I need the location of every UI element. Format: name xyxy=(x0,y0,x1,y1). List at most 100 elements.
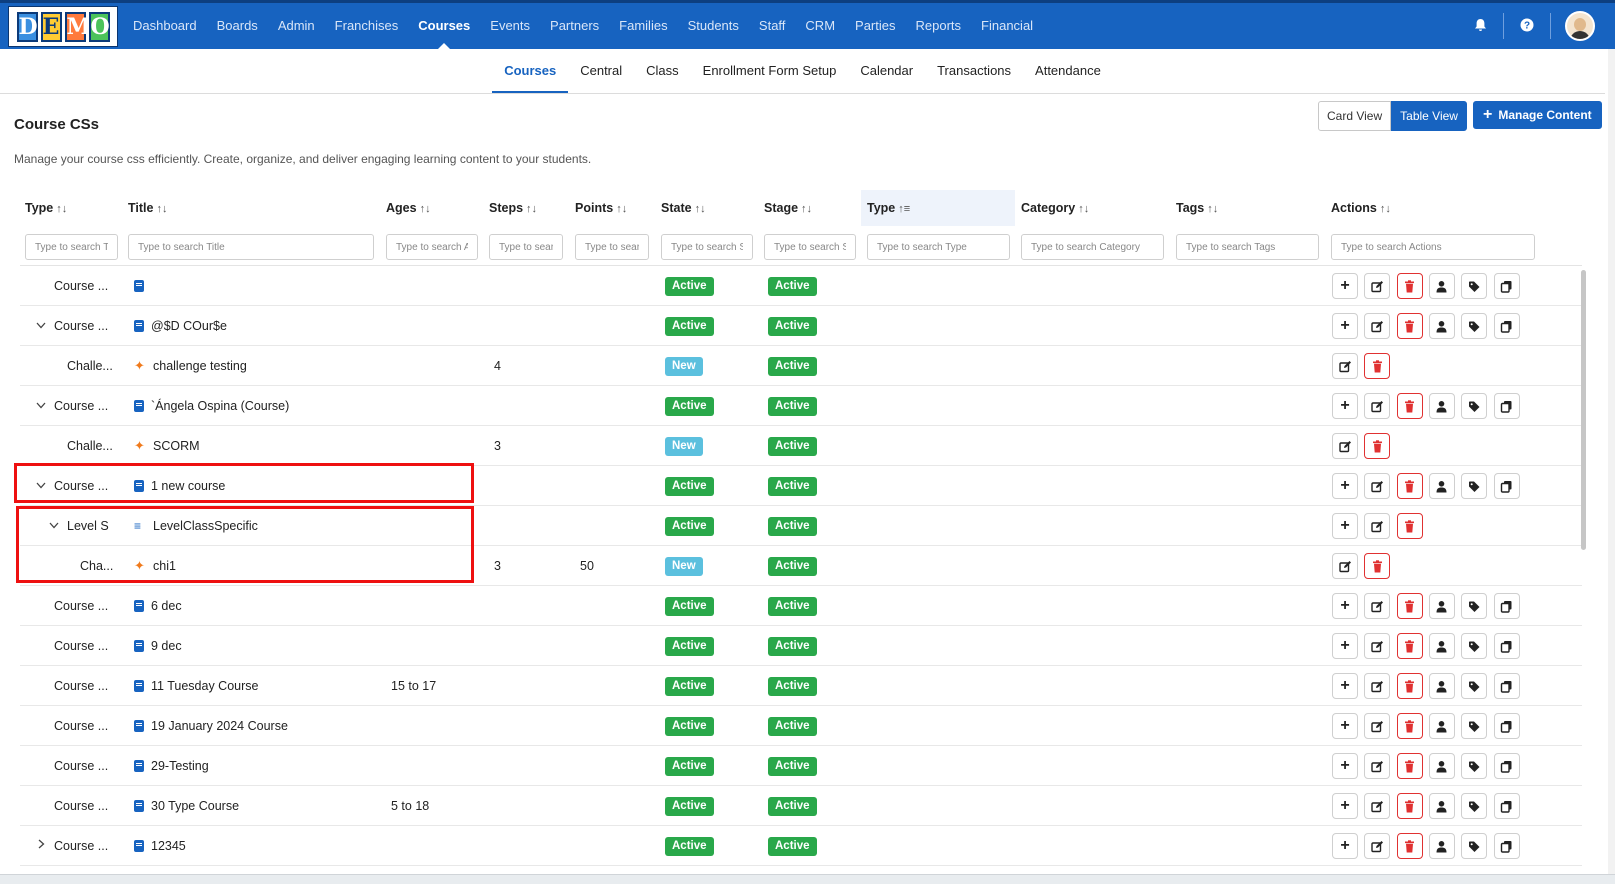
add-button[interactable]: + xyxy=(1332,713,1358,739)
chevron-down-icon[interactable] xyxy=(48,506,60,546)
assign-user-button[interactable] xyxy=(1428,393,1455,419)
title-cell[interactable]: 29-Testing xyxy=(134,746,374,786)
sort-icon[interactable]: ↑↓ xyxy=(156,203,167,215)
search-input-category[interactable] xyxy=(1021,234,1164,260)
edit-button[interactable] xyxy=(1364,713,1391,739)
delete-button[interactable] xyxy=(1396,273,1423,299)
title-cell[interactable]: ≡ LevelClassSpecific xyxy=(134,506,374,546)
delete-button[interactable] xyxy=(1396,633,1423,659)
delete-button[interactable] xyxy=(1396,673,1423,699)
table-row[interactable]: Course ... 9 dec Active Active + xyxy=(20,626,1582,666)
page-scrollbar[interactable] xyxy=(1608,49,1615,884)
delete-button[interactable] xyxy=(1364,433,1391,459)
delete-button[interactable] xyxy=(1396,593,1423,619)
table-row[interactable]: Level S ≡ LevelClassSpecific Active Active + xyxy=(20,506,1582,546)
table-row[interactable]: Challe... ✦ SCORM 3 New Active xyxy=(20,426,1582,466)
assign-user-button[interactable] xyxy=(1428,593,1455,619)
add-button[interactable]: + xyxy=(1332,833,1358,859)
nav-item-staff[interactable]: Staff xyxy=(759,3,786,49)
search-input-actions[interactable] xyxy=(1331,234,1535,260)
edit-button[interactable] xyxy=(1332,553,1358,579)
search-input-points[interactable] xyxy=(575,234,649,260)
title-cell[interactable]: `Ángela Ospina (Course) xyxy=(134,386,374,426)
nav-item-families[interactable]: Families xyxy=(619,3,667,49)
delete-button[interactable] xyxy=(1396,833,1423,859)
sort-icon[interactable]: ↑↓ xyxy=(801,203,812,215)
copy-button[interactable] xyxy=(1493,673,1520,699)
copy-button[interactable] xyxy=(1493,793,1520,819)
search-input-tags[interactable] xyxy=(1176,234,1319,260)
edit-button[interactable] xyxy=(1332,353,1358,379)
assign-user-button[interactable] xyxy=(1428,273,1455,299)
copy-button[interactable] xyxy=(1493,593,1520,619)
tab-transactions[interactable]: Transactions xyxy=(925,49,1023,93)
title-cell[interactable]: ✦ challenge testing xyxy=(134,346,374,386)
tag-button[interactable] xyxy=(1461,753,1488,779)
delete-button[interactable] xyxy=(1396,713,1423,739)
chevron-right-icon[interactable] xyxy=(35,826,47,866)
assign-user-button[interactable] xyxy=(1428,633,1455,659)
tag-button[interactable] xyxy=(1461,273,1488,299)
nav-item-parties[interactable]: Parties xyxy=(855,3,895,49)
sort-icon[interactable]: ↑↓ xyxy=(526,203,537,215)
add-button[interactable]: + xyxy=(1332,313,1358,339)
column-header-title[interactable]: Title ↑↓ xyxy=(128,190,167,226)
edit-button[interactable] xyxy=(1364,473,1391,499)
table-row[interactable]: Course ... Active Active + xyxy=(20,266,1582,306)
add-button[interactable]: + xyxy=(1332,273,1358,299)
column-header-ages[interactable]: Ages ↑↓ xyxy=(386,190,431,226)
tab-courses[interactable]: Courses xyxy=(492,49,569,93)
manage-content-button[interactable]: + Manage Content xyxy=(1473,101,1602,129)
table-row[interactable]: Course ... 12345 Active Active + xyxy=(20,826,1582,866)
table-row[interactable]: Course ... 11 Tuesday Course 15 to 17 Activ… xyxy=(20,666,1582,706)
edit-button[interactable] xyxy=(1332,433,1358,459)
demo-logo[interactable]: D E M O xyxy=(8,6,118,47)
search-input-stage[interactable] xyxy=(764,234,856,260)
add-button[interactable]: + xyxy=(1332,673,1358,699)
assign-user-button[interactable] xyxy=(1428,313,1455,339)
title-cell[interactable]: ✦ SCORM xyxy=(134,426,374,466)
title-cell[interactable]: 12345 xyxy=(134,826,374,866)
nav-item-admin[interactable]: Admin xyxy=(278,3,315,49)
sort-icon[interactable]: ↑↓ xyxy=(420,203,431,215)
nav-item-partners[interactable]: Partners xyxy=(550,3,599,49)
edit-button[interactable] xyxy=(1364,673,1391,699)
title-cell[interactable]: 11 Tuesday Course xyxy=(134,666,374,706)
add-button[interactable]: + xyxy=(1332,593,1358,619)
copy-button[interactable] xyxy=(1493,473,1520,499)
edit-button[interactable] xyxy=(1364,273,1391,299)
copy-button[interactable] xyxy=(1493,833,1520,859)
column-header-category[interactable]: Category ↑↓ xyxy=(1021,190,1089,226)
nav-item-courses[interactable]: Courses xyxy=(418,3,470,49)
title-cell[interactable]: 30 Type Course xyxy=(134,786,374,826)
add-button[interactable]: + xyxy=(1332,513,1358,539)
assign-user-button[interactable] xyxy=(1428,833,1455,859)
search-input-title[interactable] xyxy=(128,234,374,260)
tag-button[interactable] xyxy=(1461,473,1488,499)
nav-item-crm[interactable]: CRM xyxy=(805,3,835,49)
add-button[interactable]: + xyxy=(1332,633,1358,659)
title-cell[interactable]: 1 new course xyxy=(134,466,374,506)
edit-button[interactable] xyxy=(1364,833,1391,859)
tag-button[interactable] xyxy=(1461,313,1488,339)
copy-button[interactable] xyxy=(1493,313,1520,339)
table-row[interactable]: Course ... 6 dec Active Active + xyxy=(20,586,1582,626)
assign-user-button[interactable] xyxy=(1428,673,1455,699)
table-row[interactable]: Challe... ✦ challenge testing 4 New Active xyxy=(20,346,1582,386)
nav-item-students[interactable]: Students xyxy=(688,3,739,49)
title-cell[interactable]: ✦ chi1 xyxy=(134,546,374,586)
copy-button[interactable] xyxy=(1493,393,1520,419)
title-cell[interactable] xyxy=(134,266,374,306)
sort-icon[interactable]: ↑↓ xyxy=(695,203,706,215)
assign-user-button[interactable] xyxy=(1428,753,1455,779)
search-input-ages[interactable] xyxy=(386,234,478,260)
add-button[interactable]: + xyxy=(1332,793,1358,819)
edit-button[interactable] xyxy=(1364,313,1391,339)
tag-button[interactable] xyxy=(1461,833,1488,859)
tab-class[interactable]: Class xyxy=(634,49,691,93)
search-input-type2[interactable] xyxy=(867,234,1010,260)
title-cell[interactable]: 9 dec xyxy=(134,626,374,666)
copy-button[interactable] xyxy=(1493,713,1520,739)
edit-button[interactable] xyxy=(1364,393,1391,419)
sort-icon[interactable]: ↑≡ xyxy=(898,203,910,215)
